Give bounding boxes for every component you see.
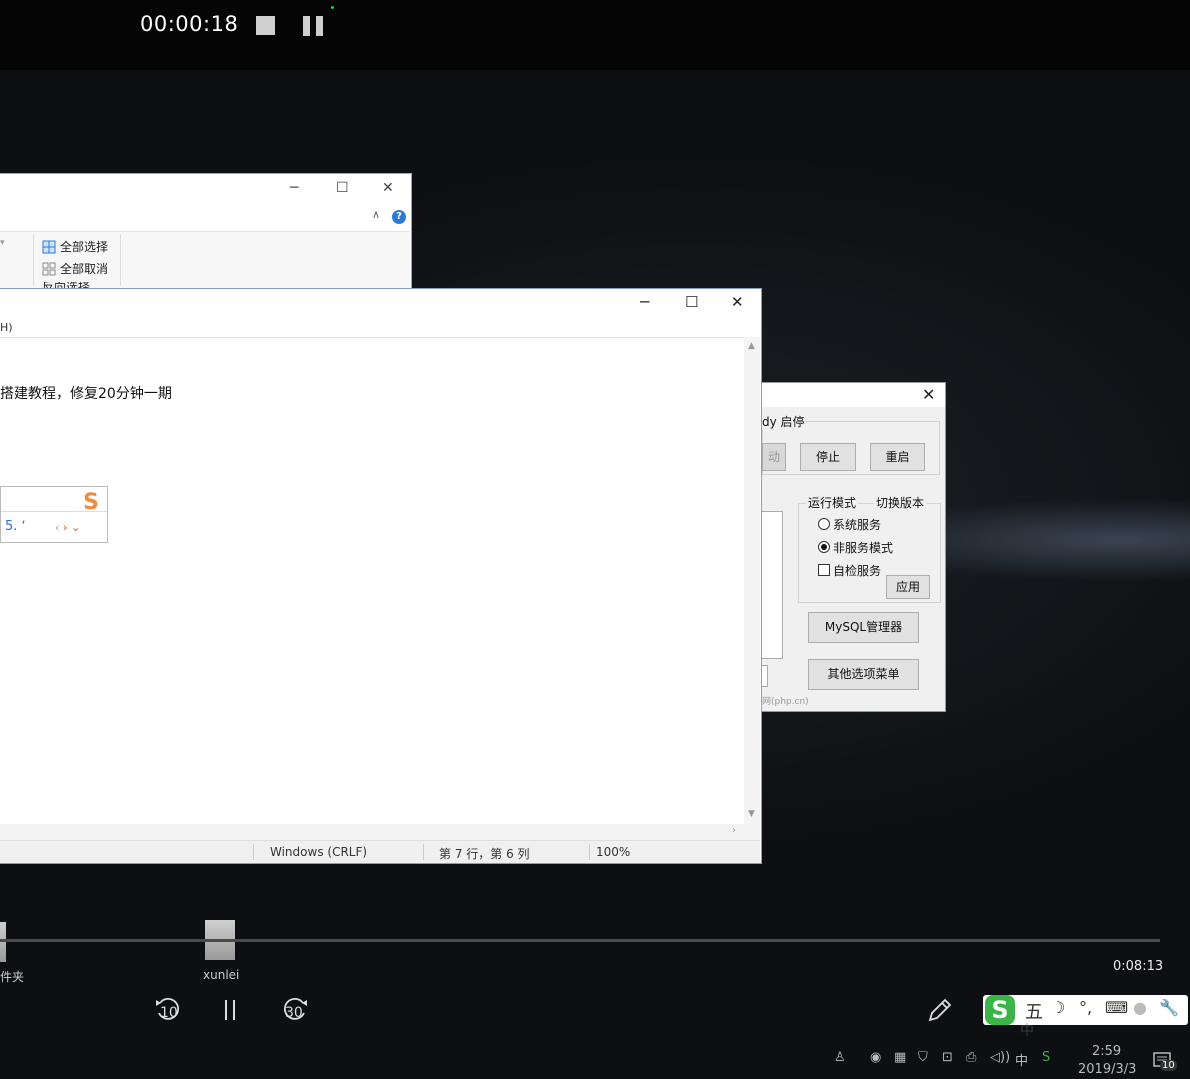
pen-annotation-button[interactable]: [926, 996, 954, 1024]
notepad-window: ─ ☐ ✕ H) 搭建教程，修复20分钟一期 ▲ ▼ › Windows (CR…: [0, 288, 762, 864]
close-button[interactable]: ✕: [382, 180, 394, 196]
punctuation-icon[interactable]: °,: [1079, 998, 1092, 1017]
footer-link[interactable]: 网(php.cn): [762, 694, 809, 707]
rewind-seconds: 10: [160, 1005, 178, 1021]
pen-icon: [928, 998, 952, 1022]
status-cursor-position: 第 7 行，第 6 列: [439, 847, 530, 861]
scroll-up-icon[interactable]: ▲: [748, 341, 755, 351]
radio-non-service[interactable]: 非服务模式: [818, 539, 893, 556]
collapse-ribbon-icon[interactable]: ∧: [372, 208, 380, 221]
clock-date[interactable]: 2019/3/3: [1078, 1062, 1136, 1077]
folder-icon[interactable]: [0, 922, 6, 962]
select-all-icon: [42, 240, 56, 253]
tray-app-icon[interactable]: ◉: [870, 1050, 881, 1065]
mysql-manager-button[interactable]: MySQL管理器: [808, 612, 919, 643]
seek-bar[interactable]: [0, 939, 1160, 942]
help-icon[interactable]: ?: [392, 210, 406, 224]
recording-indicator-icon: [331, 6, 334, 9]
rewind-button[interactable]: 10: [153, 994, 183, 1024]
ime-page-nav[interactable]: ‹ › ⌄: [55, 521, 80, 534]
editor-line: 搭建教程，修复20分钟一期: [0, 386, 172, 402]
stop-recording-button[interactable]: [256, 16, 275, 35]
ribbon-caret-icon: ▾: [0, 238, 5, 248]
checkbox-icon: [818, 564, 830, 576]
status-group-label: dy 启停: [762, 413, 805, 430]
minimize-button[interactable]: ─: [290, 180, 298, 196]
ime-indicator[interactable]: 中: [1015, 1050, 1028, 1069]
other-options-button[interactable]: 其他选项菜单: [808, 659, 919, 690]
ribbon: ▾ 全部选择 全部取消 反向选择: [0, 231, 410, 290]
select-none-button[interactable]: 全部取消: [42, 260, 108, 277]
security-icon[interactable]: ⛉: [918, 1050, 928, 1065]
horizontal-scrollbar[interactable]: ›: [0, 824, 760, 840]
file-explorer-window: ─ ☐ ✕ ∧ ? ▾ 全部选择 全部取消 反向选择: [0, 173, 412, 290]
tools-icon[interactable]: 🔧: [1159, 998, 1179, 1017]
checkbox-self-check[interactable]: 自检服务: [818, 562, 881, 579]
sogou-logo-icon: S: [83, 490, 99, 515]
close-button[interactable]: ✕: [922, 385, 935, 404]
status-encoding: Windows (CRLF): [270, 845, 368, 859]
ime-candidate-box: S 5. ʻ ‹ › ⌄: [0, 486, 108, 543]
notification-count: 10: [1160, 1060, 1177, 1071]
network-icon[interactable]: ⊡: [942, 1050, 953, 1065]
play-pause-button[interactable]: [222, 1000, 238, 1022]
forward-seconds: 30: [285, 1005, 303, 1021]
log-edit[interactable]: [762, 665, 768, 687]
status-zoom: 100%: [596, 845, 631, 859]
vertical-scrollbar[interactable]: ▲ ▼: [744, 337, 760, 824]
maximize-button[interactable]: ☐: [336, 180, 349, 196]
close-button[interactable]: ✕: [731, 293, 744, 311]
network-share-icon[interactable]: ▦: [894, 1050, 906, 1065]
ime-candidate[interactable]: 5. ʻ: [5, 519, 26, 534]
maximize-button[interactable]: ☐: [685, 293, 698, 311]
titlebar: [762, 383, 945, 407]
total-time: 0:08:13: [1113, 959, 1164, 974]
sogou-tray-icon[interactable]: S: [1042, 1050, 1050, 1065]
radio-system-service[interactable]: 系统服务: [818, 516, 881, 533]
minimize-button[interactable]: ─: [640, 293, 649, 311]
menu-help[interactable]: H): [0, 321, 13, 334]
mode-group-label: 运行模式: [806, 494, 859, 511]
radio-checked-icon: [818, 541, 830, 553]
recording-timer: 00:00:18: [140, 12, 239, 36]
radio-icon: [818, 518, 830, 530]
select-all-label: 全部选择: [60, 240, 109, 254]
user-icon[interactable]: ●: [1133, 998, 1147, 1017]
log-pane: [762, 511, 783, 659]
scroll-right-icon[interactable]: ›: [732, 825, 736, 836]
keyboard-icon[interactable]: ⌨: [1105, 998, 1128, 1017]
select-all-button[interactable]: 全部选择: [42, 238, 108, 255]
select-none-label: 全部取消: [60, 262, 109, 276]
phpstudy-window: ✕ dy 启停 动 停止 重启 网(php.cn) 运行模式 切换版本 系统服务…: [761, 382, 946, 712]
clock-time[interactable]: 2:59: [1092, 1044, 1121, 1059]
system-tray: ♙ ◉ ▦ ⛉ ⊡ ⎙ ◁)) 中 S 2:59 2019/3/3: [830, 1040, 1190, 1079]
start-button[interactable]: 动: [762, 443, 786, 471]
notification-center-button[interactable]: 10: [1152, 1050, 1177, 1072]
desktop-icon-label: 件夹: [0, 970, 25, 984]
text-editor[interactable]: [0, 337, 744, 825]
desktop-icon-label: xunlei: [203, 968, 240, 982]
switch-version-link[interactable]: 切换版本: [874, 494, 927, 511]
printer-icon[interactable]: ⎙: [966, 1050, 976, 1065]
sogou-toolbar-ghost: 中: [1020, 1023, 1034, 1039]
select-none-icon: [42, 262, 56, 275]
restart-button[interactable]: 重启: [870, 443, 925, 471]
volume-icon[interactable]: ◁)): [990, 1050, 1010, 1065]
moon-icon[interactable]: ☽: [1051, 998, 1065, 1017]
forward-button[interactable]: 30: [280, 994, 310, 1024]
people-icon[interactable]: ♙: [834, 1050, 846, 1065]
scroll-down-icon[interactable]: ▼: [748, 809, 755, 819]
status-bar: Windows (CRLF) 第 7 行，第 6 列 100%: [0, 840, 760, 863]
apply-button[interactable]: 应用: [886, 575, 930, 599]
stop-button[interactable]: 停止: [800, 443, 856, 471]
pause-recording-button[interactable]: [303, 16, 325, 36]
